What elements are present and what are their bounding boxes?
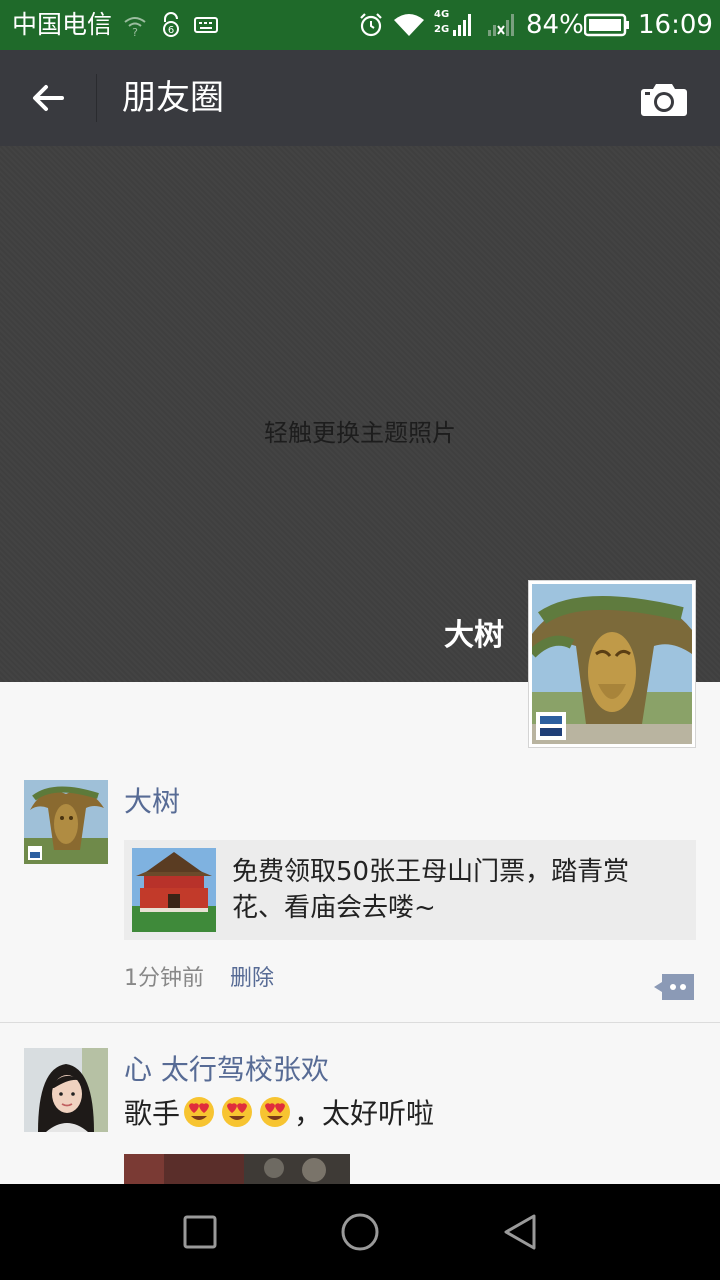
post-divider (0, 1022, 720, 1023)
post-timestamp: 1分钟前 (124, 966, 204, 991)
delete-link[interactable]: 删除 (230, 964, 274, 994)
network-type-bottom: 2G (434, 24, 450, 35)
shared-link-card[interactable]: 免费领取50张王母山门票，踏青赏花、看庙会去喽~ (124, 840, 696, 940)
signal-strength-icon (453, 14, 471, 36)
post-text-after: ，太好听啦 (294, 1097, 435, 1130)
heart-eyes-emoji-icon (222, 1097, 253, 1127)
recent-apps-icon[interactable] (180, 1212, 220, 1252)
keyboard-icon (194, 17, 218, 33)
system-navigation-bar (0, 1184, 720, 1280)
signal-no-service-icon (488, 14, 514, 36)
post-text-before: 歌手 (124, 1097, 181, 1130)
profile-avatar[interactable] (528, 580, 696, 748)
heart-eyes-emoji-icon (184, 1097, 215, 1127)
post-author[interactable]: 心 太行驾校张欢 (124, 1052, 329, 1088)
toolbar-divider (96, 74, 97, 122)
carrier-label: 中国电信 (12, 10, 113, 39)
home-icon[interactable] (340, 1212, 380, 1252)
battery-percentage: 84% (526, 10, 584, 40)
post-image[interactable] (124, 1154, 350, 1184)
heart-eyes-emoji-icon (260, 1097, 291, 1127)
battery-icon (584, 13, 629, 37)
wifi-icon (394, 14, 424, 36)
network-type-top: 4G (434, 9, 450, 20)
camera-icon[interactable] (640, 80, 688, 118)
profile-name: 大树 (444, 618, 504, 653)
status-bar: 中国电信 ? 6 4G 2G 84% 16:09 (0, 0, 720, 50)
post-author[interactable]: 大树 (124, 784, 180, 820)
moments-feed: 大树 免费领取50张王母山门票，踏青赏花、看庙会去喽~ 1分钟前 删除 心 太行… (0, 682, 720, 1184)
svg-text:?: ? (132, 26, 138, 38)
post-text: 歌手 ，太好听啦 (124, 1096, 434, 1132)
back-triangle-icon[interactable] (500, 1212, 540, 1252)
alarm-icon (360, 13, 382, 37)
top-app-bar: 朋友圈 (0, 50, 720, 146)
link-thumbnail (132, 848, 216, 932)
wifi-unknown-icon: ? (124, 17, 146, 38)
avatar[interactable] (24, 1048, 108, 1132)
comment-options-icon[interactable] (652, 972, 696, 1002)
arrow-left-icon[interactable] (26, 76, 70, 120)
link-title: 免费领取50张王母山门票，踏青赏花、看庙会去喽~ (232, 857, 630, 923)
svg-text:6: 6 (168, 25, 174, 36)
avatar[interactable] (24, 780, 108, 864)
page-title: 朋友圈 (122, 78, 224, 118)
clock: 16:09 (638, 10, 713, 40)
sync-lock-icon: 6 (163, 12, 179, 37)
change-cover-hint: 轻触更换主题照片 (264, 419, 456, 447)
